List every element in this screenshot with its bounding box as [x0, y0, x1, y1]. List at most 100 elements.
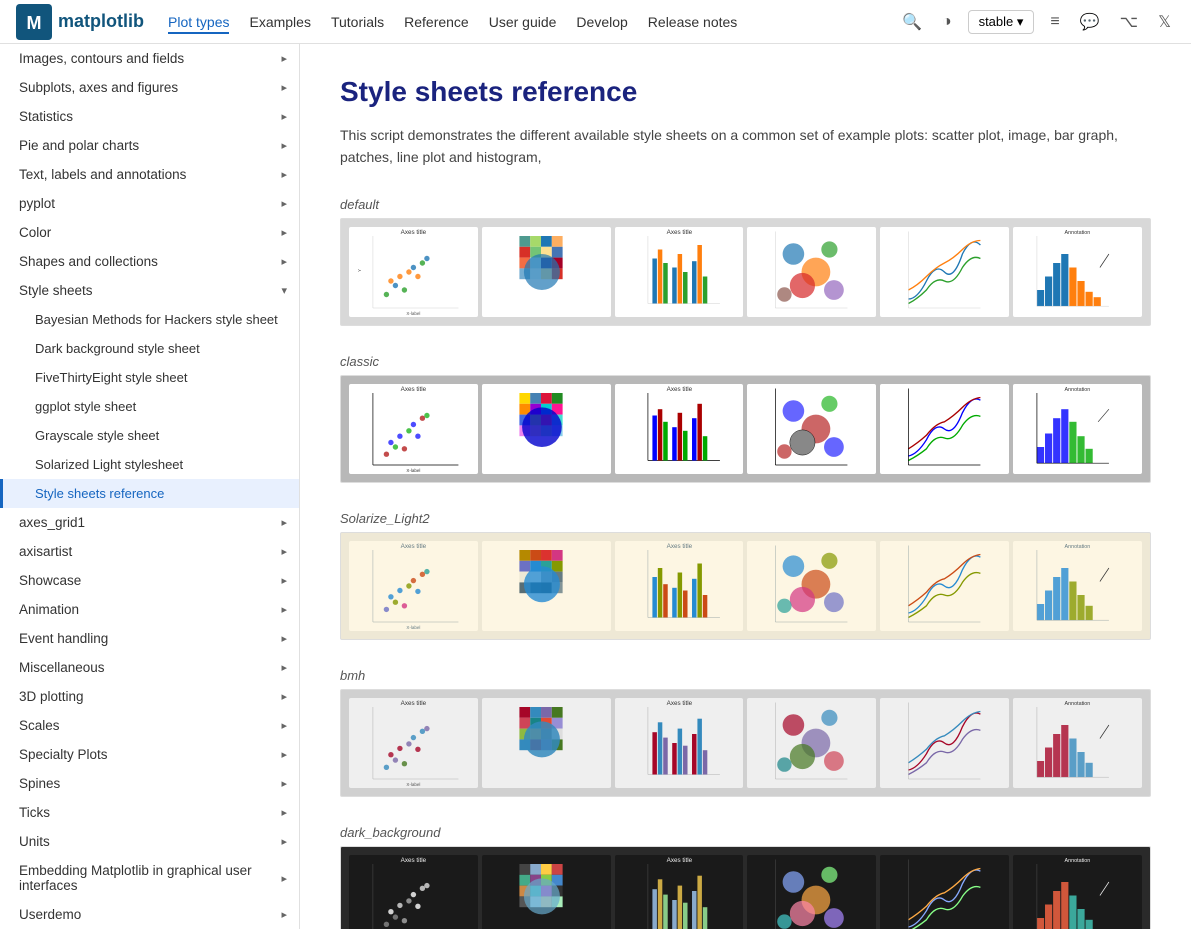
plot-bubble-dark[interactable]	[747, 855, 876, 929]
sidebar-item-axisartist[interactable]: axisartist	[0, 537, 299, 566]
style-label-dark: dark_background	[340, 825, 1151, 840]
chevron-units	[281, 835, 287, 848]
plot-hist-classic[interactable]: Annotation	[1013, 384, 1142, 474]
style-plots-default: Axes title Y	[340, 218, 1151, 326]
chevron-text	[281, 168, 287, 181]
top-navigation: M matplotlib Plot types Examples Tutoria…	[0, 0, 1191, 44]
chevron-axes-grid1	[281, 516, 287, 529]
chevron-embedding	[281, 872, 287, 885]
sidebar-item-solarized[interactable]: Solarized Light stylesheet	[0, 450, 299, 479]
sidebar-item-axes-grid1[interactable]: axes_grid1	[0, 508, 299, 537]
sidebar-item-darkbg[interactable]: Dark background style sheet	[0, 334, 299, 363]
plot-line-solarize[interactable]	[880, 541, 1009, 631]
plot-bar-classic[interactable]: Axes title	[615, 384, 744, 474]
plot-bubble-default[interactable]	[747, 227, 876, 317]
chevron-color	[281, 226, 287, 239]
plot-hist-solarize[interactable]: Annotation	[1013, 541, 1142, 631]
github-icon[interactable]: ⌥	[1116, 10, 1142, 34]
plot-image-solarize[interactable]	[482, 541, 611, 631]
chevron-specialty	[281, 748, 287, 761]
sidebar-item-units[interactable]: Units	[0, 827, 299, 856]
sidebar-item-events[interactable]: Event handling	[0, 624, 299, 653]
sidebar-item-shapes[interactable]: Shapes and collections	[0, 247, 299, 276]
chevron-images	[281, 52, 287, 65]
svg-text:Axes title: Axes title	[666, 857, 692, 864]
style-section-bmh: bmh Axes title	[340, 668, 1151, 797]
svg-text:Axes title: Axes title	[401, 229, 427, 236]
sidebar-item-ticks[interactable]: Ticks	[0, 798, 299, 827]
sidebar-item-specialty[interactable]: Specialty Plots	[0, 740, 299, 769]
logo[interactable]: M matplotlib	[16, 4, 144, 40]
chevron-misc	[281, 661, 287, 674]
style-section-default: default Axes title Y	[340, 197, 1151, 326]
sidebar-item-animation[interactable]: Animation	[0, 595, 299, 624]
plot-scatter-bmh[interactable]: Axes title X-label	[349, 698, 478, 788]
chevron-pie	[281, 139, 287, 152]
plot-scatter-classic[interactable]: Axes title X-label	[349, 384, 478, 474]
svg-text:Annotation: Annotation	[1065, 858, 1091, 864]
plot-scatter-solarize[interactable]: Axes title X-label	[349, 541, 478, 631]
sidebar-item-spines[interactable]: Spines	[0, 769, 299, 798]
chevron-showcase	[281, 574, 287, 587]
plot-image-default[interactable]	[482, 227, 611, 317]
plot-line-bmh[interactable]	[880, 698, 1009, 788]
sidebar-item-ggplot[interactable]: ggplot style sheet	[0, 392, 299, 421]
plot-hist-bmh[interactable]: Annotation	[1013, 698, 1142, 788]
plot-bar-bmh[interactable]: Axes title	[615, 698, 744, 788]
sidebar-item-userdemo[interactable]: Userdemo	[0, 900, 299, 929]
sidebar-item-showcase[interactable]: Showcase	[0, 566, 299, 595]
sidebar-item-color[interactable]: Color	[0, 218, 299, 247]
plot-image-classic[interactable]	[482, 384, 611, 474]
plot-bubble-classic[interactable]	[747, 384, 876, 474]
style-section-classic: classic Axes title	[340, 354, 1151, 483]
bars-icon[interactable]: ≡	[1046, 11, 1063, 33]
sidebar-item-pyplot[interactable]: pyplot	[0, 189, 299, 218]
nav-plot-types[interactable]: Plot types	[168, 14, 229, 34]
nav-examples[interactable]: Examples	[249, 14, 310, 30]
nav-release-notes[interactable]: Release notes	[648, 14, 738, 30]
sidebar-item-subplots[interactable]: Subplots, axes and figures	[0, 73, 299, 102]
sidebar-item-stylesheets[interactable]: Style sheets	[0, 276, 299, 305]
plot-hist-dark[interactable]: Annotation	[1013, 855, 1142, 929]
chat-icon[interactable]: 💬	[1076, 10, 1104, 34]
plot-scatter-dark[interactable]: Axes title X-label	[349, 855, 478, 929]
chevron-userdemo	[281, 908, 287, 921]
logo-text: matplotlib	[58, 11, 144, 32]
sidebar-item-text[interactable]: Text, labels and annotations	[0, 160, 299, 189]
plot-scatter-default[interactable]: Axes title Y	[349, 227, 478, 317]
plot-line-default[interactable]	[880, 227, 1009, 317]
plot-line-dark[interactable]	[880, 855, 1009, 929]
nav-reference[interactable]: Reference	[404, 14, 469, 30]
sidebar-item-scales[interactable]: Scales	[0, 711, 299, 740]
search-button[interactable]: 🔍	[898, 10, 926, 34]
sidebar-item-statistics[interactable]: Statistics	[0, 102, 299, 131]
sidebar-item-grayscale[interactable]: Grayscale style sheet	[0, 421, 299, 450]
twitter-icon[interactable]: 𝕏	[1154, 10, 1175, 34]
svg-text:Axes title: Axes title	[401, 386, 427, 393]
nav-tutorials[interactable]: Tutorials	[331, 14, 384, 30]
sidebar-item-misc[interactable]: Miscellaneous	[0, 653, 299, 682]
svg-text:Annotation: Annotation	[1065, 544, 1091, 550]
plot-image-bmh[interactable]	[482, 698, 611, 788]
sidebar-item-pie[interactable]: Pie and polar charts	[0, 131, 299, 160]
page-description: This script demonstrates the different a…	[340, 124, 1151, 169]
plot-bubble-bmh[interactable]	[747, 698, 876, 788]
plot-bubble-solarize[interactable]	[747, 541, 876, 631]
plot-bar-solarize[interactable]: Axes title	[615, 541, 744, 631]
sidebar-item-bayesian[interactable]: Bayesian Methods for Hackers style sheet	[0, 305, 299, 334]
sidebar-item-3d[interactable]: 3D plotting	[0, 682, 299, 711]
theme-toggle[interactable]: ◑	[938, 11, 956, 33]
plot-bar-dark[interactable]: Axes title	[615, 855, 744, 929]
version-dropdown[interactable]: stable ▾	[968, 10, 1035, 34]
plot-bar-default[interactable]: Axes title	[615, 227, 744, 317]
plot-hist-default[interactable]: Annotation	[1013, 227, 1142, 317]
sidebar-item-stylesheets-ref[interactable]: Style sheets reference	[0, 479, 299, 508]
nav-user-guide[interactable]: User guide	[489, 14, 557, 30]
sidebar-item-images[interactable]: Images, contours and fields	[0, 44, 299, 73]
nav-develop[interactable]: Develop	[576, 14, 627, 30]
sidebar-item-embedding[interactable]: Embedding Matplotlib in graphical user i…	[0, 856, 299, 900]
chevron-events	[281, 632, 287, 645]
sidebar-item-fivethirtyeight[interactable]: FiveThirtyEight style sheet	[0, 363, 299, 392]
plot-line-classic[interactable]	[880, 384, 1009, 474]
plot-image-dark[interactable]	[482, 855, 611, 929]
